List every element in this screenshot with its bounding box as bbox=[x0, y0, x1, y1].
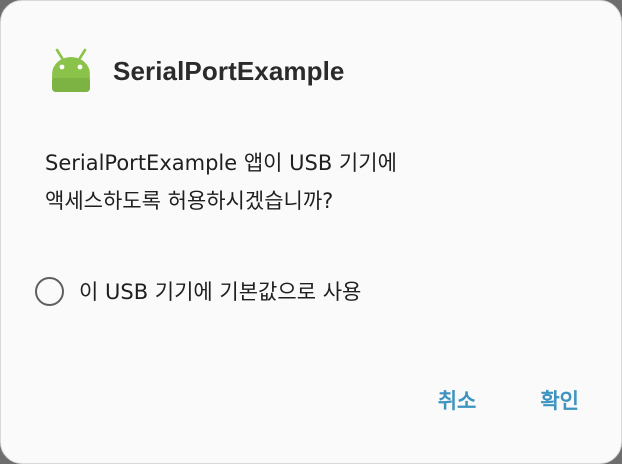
use-by-default-label: 이 USB 기기에 기본값으로 사용 bbox=[79, 280, 362, 304]
android-robot-icon bbox=[52, 48, 90, 92]
dialog-actions: 취소 확인 bbox=[438, 385, 579, 415]
cancel-button[interactable]: 취소 bbox=[438, 385, 477, 415]
dialog-title: SerialPortExample bbox=[113, 55, 345, 86]
permission-message: SerialPortExample 앱이 USB 기기에 액세스하도록 허용하시… bbox=[45, 151, 397, 213]
usb-permission-dialog: SerialPortExample SerialPortExample 앱이 U… bbox=[0, 0, 622, 464]
radio-circle-icon[interactable] bbox=[35, 276, 64, 306]
ok-button[interactable]: 확인 bbox=[540, 385, 579, 415]
use-by-default-option[interactable]: 이 USB 기기에 기본값으로 사용 bbox=[35, 271, 361, 311]
dialog-header: SerialPortExample bbox=[49, 47, 344, 95]
